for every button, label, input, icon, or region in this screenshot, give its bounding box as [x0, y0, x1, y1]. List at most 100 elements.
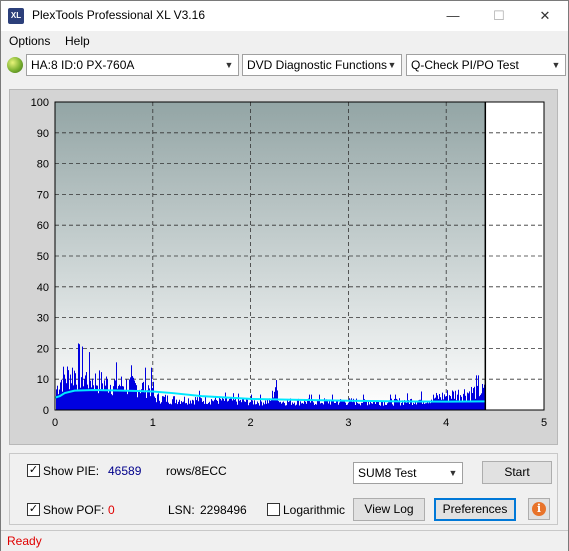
pie-bar: [293, 403, 294, 410]
pie-bar: [195, 397, 196, 410]
pie-bar: [229, 398, 230, 410]
pie-bar: [157, 394, 158, 410]
pie-bar: [182, 402, 183, 410]
pie-bar: [163, 396, 164, 410]
info-button[interactable]: i: [528, 498, 550, 520]
pie-bar: [75, 373, 76, 410]
pie-bar: [211, 399, 212, 410]
pie-bar: [317, 399, 318, 410]
pie-bar: [124, 390, 125, 410]
title-bar[interactable]: XL PlexTools Professional XL V3.16 — ☐ ✕: [1, 1, 568, 31]
pie-bar: [245, 401, 246, 410]
logarithmic-label: Logarithmic: [283, 503, 346, 517]
pie-bar: [301, 403, 302, 410]
y-tick-label: 80: [37, 159, 49, 171]
window-title: PlexTools Professional XL V3.16: [32, 8, 205, 22]
pie-bar: [203, 401, 204, 410]
preferences-button[interactable]: Preferences: [434, 498, 516, 521]
pie-bar: [115, 380, 116, 410]
pie-bar: [56, 389, 57, 410]
pie-bar: [370, 401, 371, 410]
pie-bar: [225, 392, 226, 410]
pie-bar: [121, 376, 122, 410]
pie-bar: [72, 367, 73, 410]
pie-bar: [159, 400, 160, 410]
pie-bar: [354, 402, 355, 410]
pie-bar: [88, 388, 89, 410]
maximize-button[interactable]: ☐: [476, 1, 522, 31]
pie-bar: [329, 401, 330, 410]
pie-bar: [153, 381, 154, 410]
pie-bar: [321, 402, 322, 410]
show-pie-checkbox[interactable]: ✓: [27, 464, 40, 477]
pie-bar: [252, 400, 253, 410]
menu-help[interactable]: Help: [65, 34, 90, 48]
sum8-test-select[interactable]: SUM8 Test ▼: [353, 462, 463, 484]
pie-bar: [378, 401, 379, 410]
pie-bar: [147, 390, 148, 410]
pie-bar: [264, 404, 265, 410]
show-pof-checkbox[interactable]: ✓: [27, 503, 40, 516]
pie-bar: [292, 402, 293, 410]
pie-bar: [323, 404, 324, 410]
pie-bar: [368, 401, 369, 410]
x-tick-label: 1: [150, 417, 156, 429]
drive-select-value: HA:8 ID:0 PX-760A: [31, 58, 135, 72]
pie-bar: [374, 401, 375, 410]
pie-bar: [480, 394, 481, 410]
y-tick-label: 30: [37, 313, 49, 325]
minimize-button[interactable]: —: [430, 1, 476, 31]
pie-bar: [294, 402, 295, 410]
pie-bar: [176, 399, 177, 410]
pie-bar: [226, 397, 227, 410]
pie-bar: [158, 393, 159, 410]
pie-bar: [150, 396, 151, 410]
pie-bar: [67, 366, 68, 410]
pie-bar: [63, 366, 64, 410]
pie-bar: [483, 387, 484, 410]
pie-bar: [170, 403, 171, 410]
pie-bar: [333, 400, 334, 410]
pie-bar: [184, 396, 185, 410]
start-button[interactable]: Start: [482, 461, 552, 484]
toolbar: HA:8 ID:0 PX-760A ▼ DVD Diagnostic Funct…: [1, 53, 568, 79]
pie-bar: [334, 403, 335, 410]
menu-options[interactable]: Options: [9, 34, 50, 48]
pie-bar: [325, 400, 326, 410]
pie-bar: [375, 403, 376, 410]
logarithmic-checkbox[interactable]: [267, 503, 280, 516]
pie-bar: [387, 403, 388, 410]
app-window: XL PlexTools Professional XL V3.16 — ☐ ✕…: [0, 0, 569, 551]
pie-bar: [198, 401, 199, 410]
pie-bar: [276, 380, 277, 410]
pie-bar: [274, 391, 275, 410]
pie-bar: [180, 403, 181, 410]
pie-bar: [478, 375, 479, 410]
test-select[interactable]: Q-Check PI/PO Test ▼: [406, 54, 566, 76]
y-tick-label: 0: [43, 405, 49, 417]
view-log-button[interactable]: View Log: [353, 498, 425, 521]
function-select[interactable]: DVD Diagnostic Functions ▼: [242, 54, 402, 76]
pie-bar: [233, 393, 234, 410]
pie-bar: [95, 373, 96, 410]
drive-select[interactable]: HA:8 ID:0 PX-760A ▼: [26, 54, 239, 76]
pie-bar: [71, 383, 72, 410]
pie-bar: [112, 395, 113, 410]
pie-bar: [190, 400, 191, 410]
pie-bar: [215, 396, 216, 410]
pie-bar: [347, 404, 348, 410]
pie-bar: [167, 395, 168, 410]
pie-bar: [361, 402, 362, 410]
pie-bar: [232, 400, 233, 410]
pie-bar: [231, 397, 232, 410]
pie-bar: [426, 403, 427, 410]
pie-bar: [100, 389, 101, 410]
pie-bar: [279, 402, 280, 410]
close-button[interactable]: ✕: [522, 1, 568, 31]
pie-bar: [307, 400, 308, 410]
pie-bar: [288, 402, 289, 410]
sum8-test-value: SUM8 Test: [358, 466, 417, 480]
pie-bar: [405, 402, 406, 410]
pie-bar: [185, 403, 186, 410]
pie-bar: [400, 405, 401, 410]
